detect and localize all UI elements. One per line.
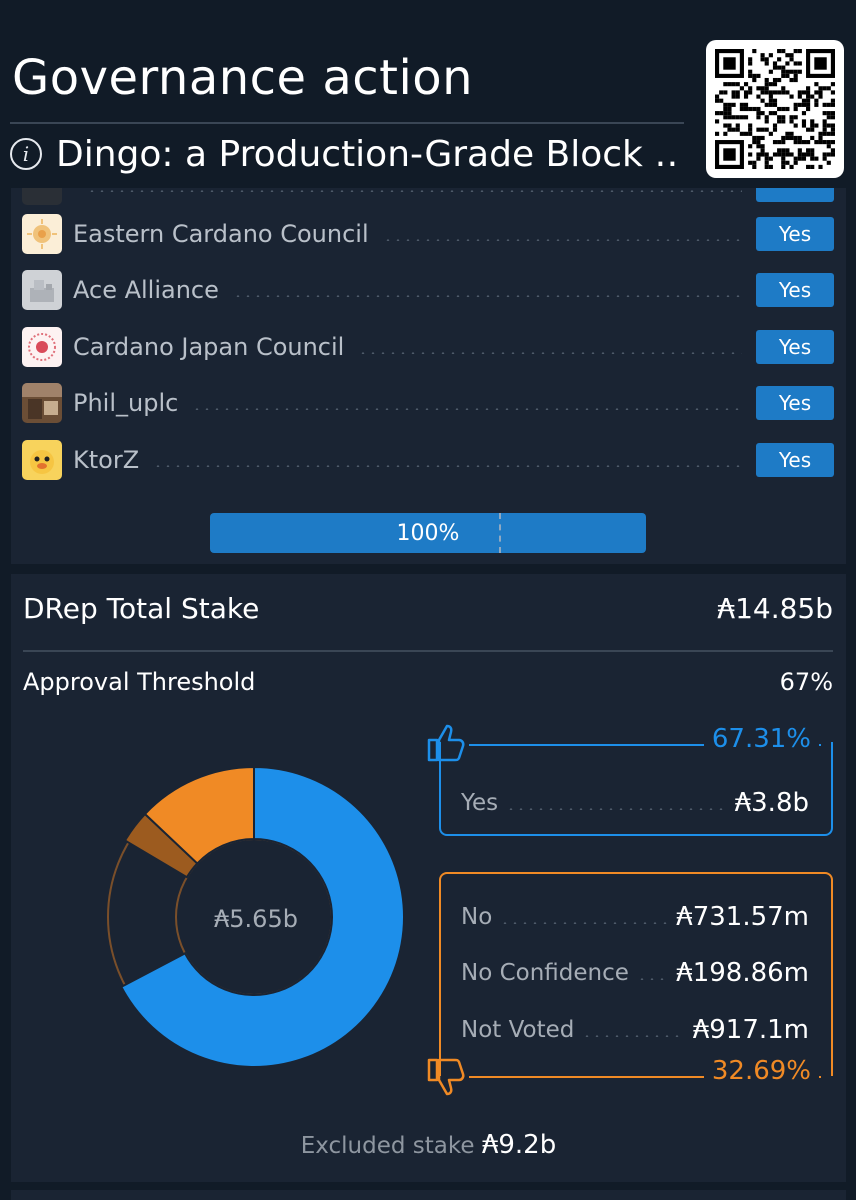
avatar <box>22 270 62 310</box>
divider <box>23 650 833 652</box>
avatar <box>22 214 62 254</box>
excluded-stake-label: Excluded stake <box>300 1133 475 1159</box>
yes-row: Yes ₳3.8b <box>461 788 809 818</box>
action-subtitle: Dingo: a Production-Grade Block … <box>56 133 680 175</box>
list-item[interactable]: Eastern Cardano Council Yes <box>22 213 834 255</box>
leader-dots <box>500 922 669 924</box>
qr-code-icon[interactable] <box>706 40 844 178</box>
excluded-stake: Excluded stake ₳9.2b <box>11 1130 846 1160</box>
approval-threshold-value: 67% <box>779 668 833 696</box>
drep-total-stake-value: ₳14.85b <box>717 592 833 625</box>
info-circle-icon[interactable]: i <box>10 138 42 170</box>
leader-dots <box>87 190 742 192</box>
vote-badge: Yes <box>756 443 834 477</box>
avatar <box>22 383 62 423</box>
excluded-stake-value: ₳9.2b <box>481 1130 557 1160</box>
vote-badge: Yes <box>756 273 834 307</box>
yes-percent: 67.31% <box>703 724 819 754</box>
no-row-label: No <box>461 904 493 930</box>
drep-total-stake-label: DRep Total Stake <box>23 592 260 625</box>
thumbs-up-icon <box>427 724 465 762</box>
subtitle-row[interactable]: i Dingo: a Production-Grade Block … <box>10 132 680 176</box>
leader-dots <box>582 1035 685 1037</box>
leader-dots <box>153 465 742 467</box>
list-item[interactable]: Phil_uplc Yes <box>22 382 834 424</box>
page-title: Governance action <box>12 50 474 106</box>
list-item[interactable]: Cardano Japan Council Yes <box>22 326 834 368</box>
vote-progress-bar: 100% <box>210 513 646 553</box>
avatar <box>22 440 62 480</box>
no-confidence-label: No Confidence <box>461 960 629 986</box>
yes-row-value: ₳3.8b <box>734 788 809 818</box>
progress-label: 100% <box>396 520 460 546</box>
voter-name: Cardano Japan Council <box>73 333 345 361</box>
approval-threshold-label: Approval Threshold <box>23 668 256 696</box>
leader-dots <box>192 408 742 410</box>
no-confidence-value: ₳198.86m <box>676 958 809 988</box>
yes-row-label: Yes <box>461 790 499 816</box>
drep-stake-panel: DRep Total Stake ₳14.85b Approval Thresh… <box>11 574 846 1182</box>
no-row: No ₳731.57m <box>461 902 809 932</box>
header: Governance action i Dingo: a Production-… <box>0 0 856 188</box>
no-confidence-row: No Confidence ₳198.86m <box>461 958 809 988</box>
list-item[interactable]: Ace Alliance Yes <box>22 269 834 311</box>
voter-name: Eastern Cardano Council <box>73 220 369 248</box>
no-row-value: ₳731.57m <box>676 902 809 932</box>
title-divider <box>10 122 684 124</box>
leader-dots <box>358 352 742 354</box>
not-voted-row: Not Voted ₳917.1m <box>461 1015 809 1045</box>
voter-name: Phil_uplc <box>73 389 179 417</box>
threshold-marker <box>499 513 501 553</box>
leader-dots <box>232 295 742 297</box>
no-group-footer: 32.69% <box>415 1054 835 1100</box>
qr-code-graphic <box>715 49 835 169</box>
voters-panel: Eastern Cardano Council Yes Ace Alliance… <box>11 178 846 564</box>
voter-name: KtorZ <box>73 446 140 474</box>
avatar <box>22 327 62 367</box>
donut-center-label: ₳5.65b <box>214 905 298 933</box>
leader-dots <box>506 808 727 810</box>
no-percent: 32.69% <box>703 1056 819 1086</box>
leader-dots <box>382 239 742 241</box>
list-item[interactable]: KtorZ Yes <box>22 439 834 481</box>
not-voted-value: ₳917.1m <box>692 1015 809 1045</box>
voter-name: Ace Alliance <box>73 276 219 304</box>
vote-badge: Yes <box>756 386 834 420</box>
yes-group-header: 67.31% <box>415 722 835 768</box>
leader-dots <box>636 978 669 980</box>
vote-badge: Yes <box>756 330 834 364</box>
not-voted-label: Not Voted <box>461 1017 575 1043</box>
thumbs-down-icon <box>427 1058 465 1096</box>
vote-badge: Yes <box>756 217 834 251</box>
next-panel-edge <box>11 1190 846 1200</box>
